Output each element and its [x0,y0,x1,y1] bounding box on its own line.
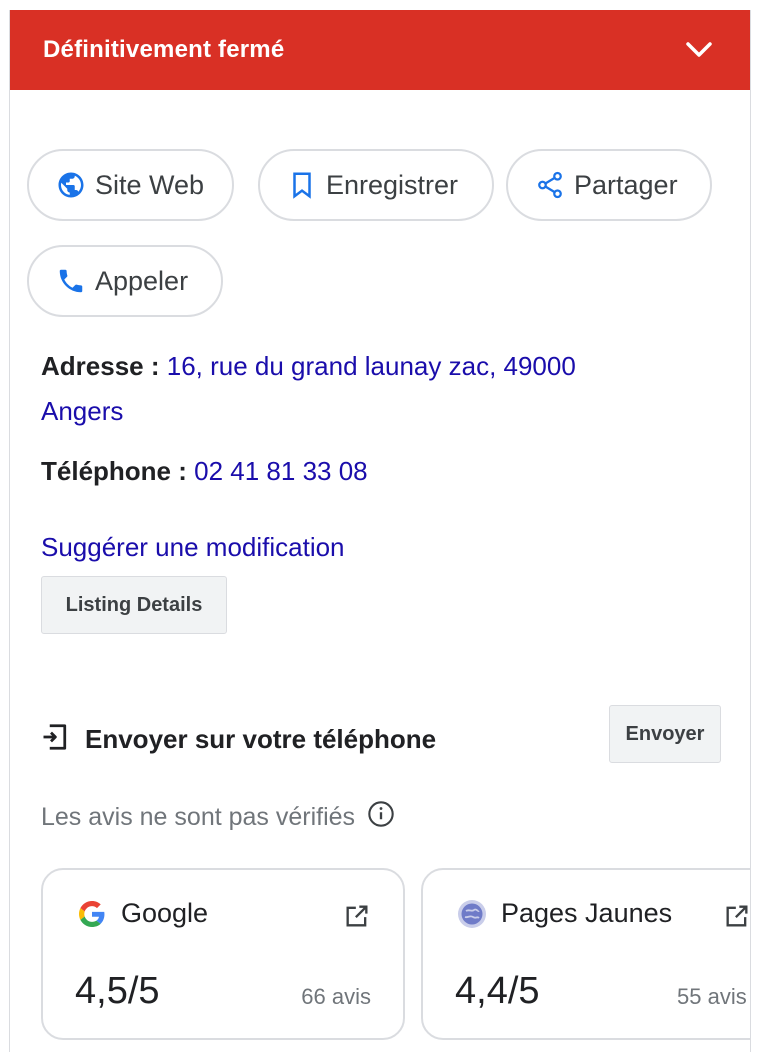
suggest-edit-link[interactable]: Suggérer une modification [41,532,345,562]
pages-jaunes-logo-icon [457,899,487,929]
permanently-closed-banner[interactable]: Définitivement fermé [10,10,750,90]
share-label: Partager [574,169,678,200]
external-link-icon[interactable] [343,902,371,935]
info-icon[interactable] [355,800,395,835]
address-row: Adresse : 16, rue du grand launay zac, 4… [41,344,576,389]
send-to-phone-text: Envoyer sur votre téléphone [85,724,437,754]
review-score: 4,4/5 [455,970,540,1012]
bookmark-icon [286,169,318,201]
closed-status-title: Définitivement fermé [43,36,285,63]
review-source: Pages Jaunes [457,898,672,929]
phone-row: Téléphone : 02 41 81 33 08 [41,449,368,494]
reviews-unverified-note: Les avis ne sont pas vérifiés [41,800,395,835]
send-to-device-icon [41,722,71,757]
review-count: 66 avis [301,984,371,1009]
review-source-name: Pages Jaunes [501,898,673,928]
review-count: 55 avis [677,984,747,1009]
save-label: Enregistrer [326,169,459,200]
save-button[interactable]: Enregistrer [258,149,494,221]
share-button[interactable]: Partager [506,149,712,221]
send-to-phone-row: Envoyer sur votre téléphone [41,722,436,757]
phone-link[interactable]: 02 41 81 33 08 [194,456,368,486]
suggest-edit-row: Suggérer une modification [41,525,345,570]
google-logo-icon [77,899,107,929]
review-score: 4,5/5 [75,970,160,1012]
reviews-note-text: Les avis ne sont pas vérifiés [41,803,356,831]
call-label: Appeler [95,265,189,296]
address-link-line1[interactable]: 16, rue du grand launay zac, 49000 [167,351,576,381]
address-link-line2[interactable]: Angers [41,396,123,426]
call-button[interactable]: Appeler [27,245,223,317]
business-panel: Définitivement fermé Site Web Enregistre… [9,10,751,1052]
listing-details-button[interactable]: Listing Details [41,576,227,634]
address-label: Adresse : [41,351,160,381]
send-button[interactable]: Envoyer [609,705,721,763]
website-label: Site Web [95,169,205,200]
review-card-pages-jaunes[interactable]: Pages Jaunes 4,4/5 55 avis [421,868,750,1040]
review-source: Google [77,898,208,929]
address-row-2: Angers [41,389,123,434]
website-button[interactable]: Site Web [27,149,234,221]
chevron-down-icon[interactable] [686,42,712,58]
phone-icon [55,265,87,297]
globe-icon [55,169,87,201]
review-source-name: Google [121,898,209,928]
share-icon [534,169,566,201]
external-link-icon[interactable] [723,902,750,935]
phone-label: Téléphone : [41,456,187,486]
review-card-google[interactable]: Google 4,5/5 66 avis [41,868,405,1040]
